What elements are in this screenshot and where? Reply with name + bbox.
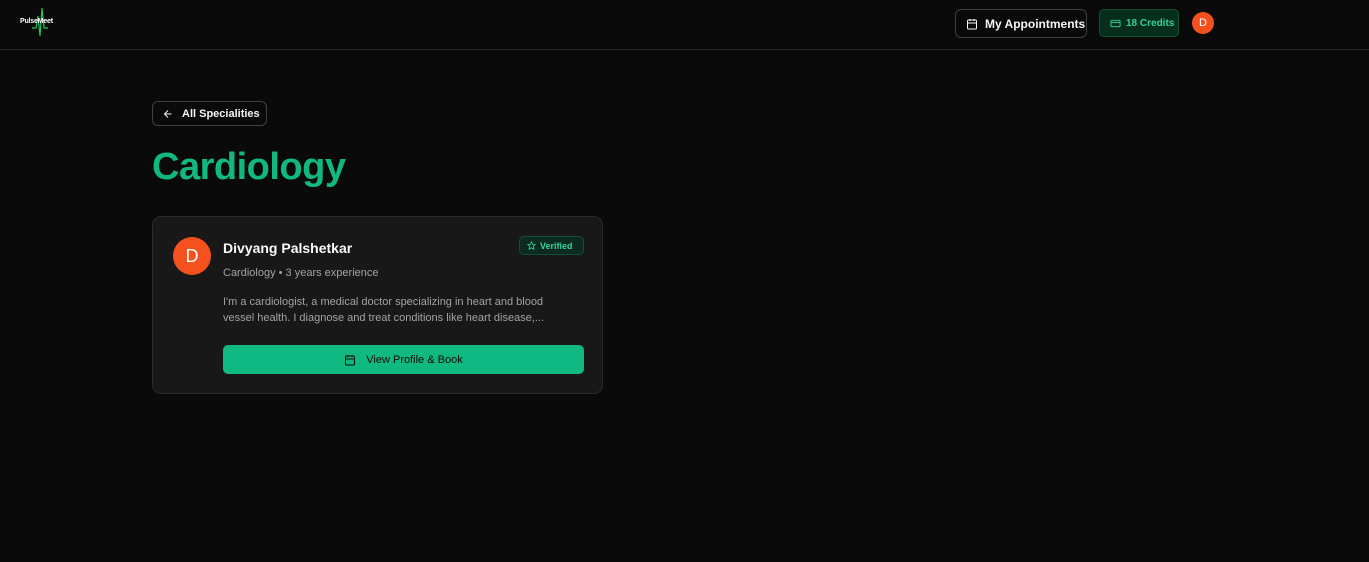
view-profile-book-button[interactable]: View Profile & Book — [223, 345, 584, 374]
credit-card-icon — [1110, 19, 1121, 27]
view-profile-book-label: View Profile & Book — [366, 353, 463, 366]
top-navbar: PulseMeet My Appointments 18 Credits D — [0, 0, 1369, 50]
credits-label: 18 Credits — [1126, 17, 1175, 29]
arrow-left-icon — [163, 109, 172, 118]
doctor-card: D Divyang Palshetkar Verified Cardiology… — [152, 216, 603, 394]
page-title: Cardiology — [152, 146, 346, 188]
all-specialities-label: All Specialities — [182, 107, 260, 120]
logo-text: PulseMeet — [20, 18, 53, 25]
doctor-avatar: D — [173, 237, 211, 275]
calendar-icon — [345, 354, 356, 365]
calendar-icon — [967, 18, 977, 29]
doctor-name: Divyang Palshetkar — [223, 240, 353, 256]
all-specialities-button[interactable]: All Specialities — [152, 101, 267, 126]
star-icon — [527, 241, 536, 250]
doctor-bio: I'm a cardiologist, a medical doctor spe… — [223, 296, 545, 324]
verified-label: Verified — [540, 240, 573, 251]
my-appointments-button[interactable]: My Appointments — [955, 9, 1087, 38]
verified-badge: Verified — [519, 236, 584, 255]
my-appointments-label: My Appointments — [985, 16, 1086, 31]
doctor-specialty-experience: Cardiology • 3 years experience — [223, 267, 379, 279]
user-avatar[interactable]: D — [1192, 12, 1214, 34]
logo[interactable]: PulseMeet — [18, 6, 62, 42]
credits-badge[interactable]: 18 Credits — [1099, 9, 1179, 37]
